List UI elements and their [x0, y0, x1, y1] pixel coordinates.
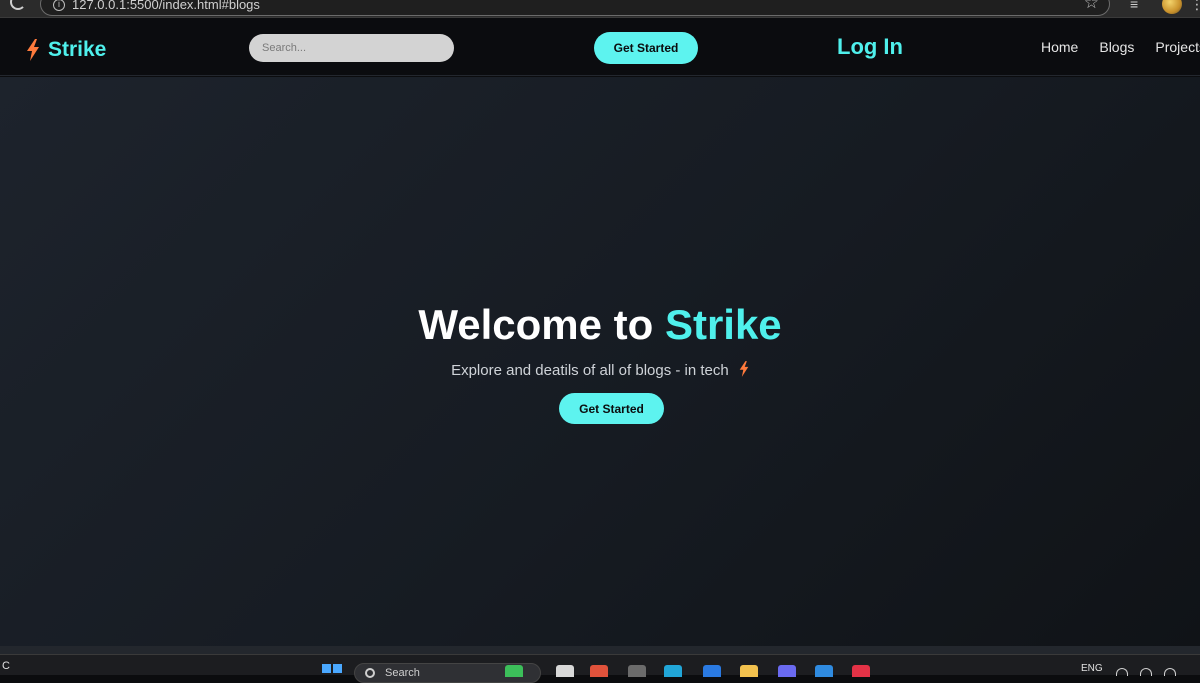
- login-link[interactable]: Log In: [837, 34, 903, 60]
- browser-toolbar: i 127.0.0.1:5500/index.html#blogs ☆ ≡ ⋮: [0, 0, 1200, 18]
- nav-link-home[interactable]: Home: [1041, 39, 1078, 55]
- site-info-icon[interactable]: i: [53, 0, 65, 11]
- app-icon-green[interactable]: [505, 665, 523, 677]
- menu-dots-icon[interactable]: ⋮: [1190, 0, 1200, 13]
- get-started-button[interactable]: Get Started: [594, 32, 698, 64]
- search-input[interactable]: [249, 34, 454, 62]
- address-bar[interactable]: i 127.0.0.1:5500/index.html#blogs ☆: [40, 0, 1110, 16]
- hero-subtitle-text: Explore and deatils of all of blogs - in…: [451, 362, 729, 379]
- media-player-icon[interactable]: [628, 665, 646, 677]
- hero-title-accent: Strike: [664, 301, 782, 348]
- folder-icon[interactable]: [740, 665, 758, 677]
- hero-subtitle: Explore and deatils of all of blogs - in…: [0, 361, 1200, 379]
- hero-title-prefix: Welcome to: [418, 301, 665, 348]
- taskbar-search-label: Search: [385, 667, 420, 679]
- weather-widget[interactable]: C: [2, 660, 10, 672]
- logo-text: Strike: [48, 38, 107, 61]
- profile-avatar[interactable]: [1162, 0, 1182, 14]
- site-logo[interactable]: Strike: [26, 36, 106, 64]
- tab-search-icon[interactable]: ≡: [1130, 0, 1138, 12]
- site-navbar: Strike Get Started Log In Home Blogs Pro…: [0, 18, 1200, 76]
- chrome-icon[interactable]: [590, 665, 608, 677]
- edge-icon[interactable]: [664, 665, 682, 677]
- bookmark-star-icon[interactable]: ☆: [1084, 0, 1099, 11]
- hero-title: Welcome to Strike: [0, 301, 1200, 349]
- lightning-bolt-icon: [27, 39, 39, 61]
- page-bottom-strip: [0, 646, 1200, 654]
- nav-link-projects[interactable]: Projects: [1155, 39, 1200, 55]
- nav-links: Home Blogs Projects: [1041, 39, 1200, 55]
- hero-section: Welcome to Strike Explore and deatils of…: [0, 77, 1200, 646]
- vscode-icon[interactable]: [815, 665, 833, 677]
- hero-get-started-button[interactable]: Get Started: [559, 393, 664, 424]
- app-icon-red[interactable]: [852, 665, 870, 677]
- url-text[interactable]: 127.0.0.1:5500/index.html#blogs: [72, 0, 260, 12]
- app-icon-files[interactable]: [556, 665, 574, 677]
- reload-icon[interactable]: [10, 0, 26, 10]
- os-taskbar: C Search ENG: [0, 654, 1200, 683]
- search-icon: [365, 668, 375, 678]
- language-indicator[interactable]: ENG: [1081, 663, 1103, 674]
- lightning-bolt-icon: [739, 361, 749, 377]
- nav-link-blogs[interactable]: Blogs: [1099, 39, 1134, 55]
- copilot-icon[interactable]: [778, 665, 796, 677]
- store-icon[interactable]: [703, 665, 721, 677]
- windows-start-icon[interactable]: [322, 664, 342, 676]
